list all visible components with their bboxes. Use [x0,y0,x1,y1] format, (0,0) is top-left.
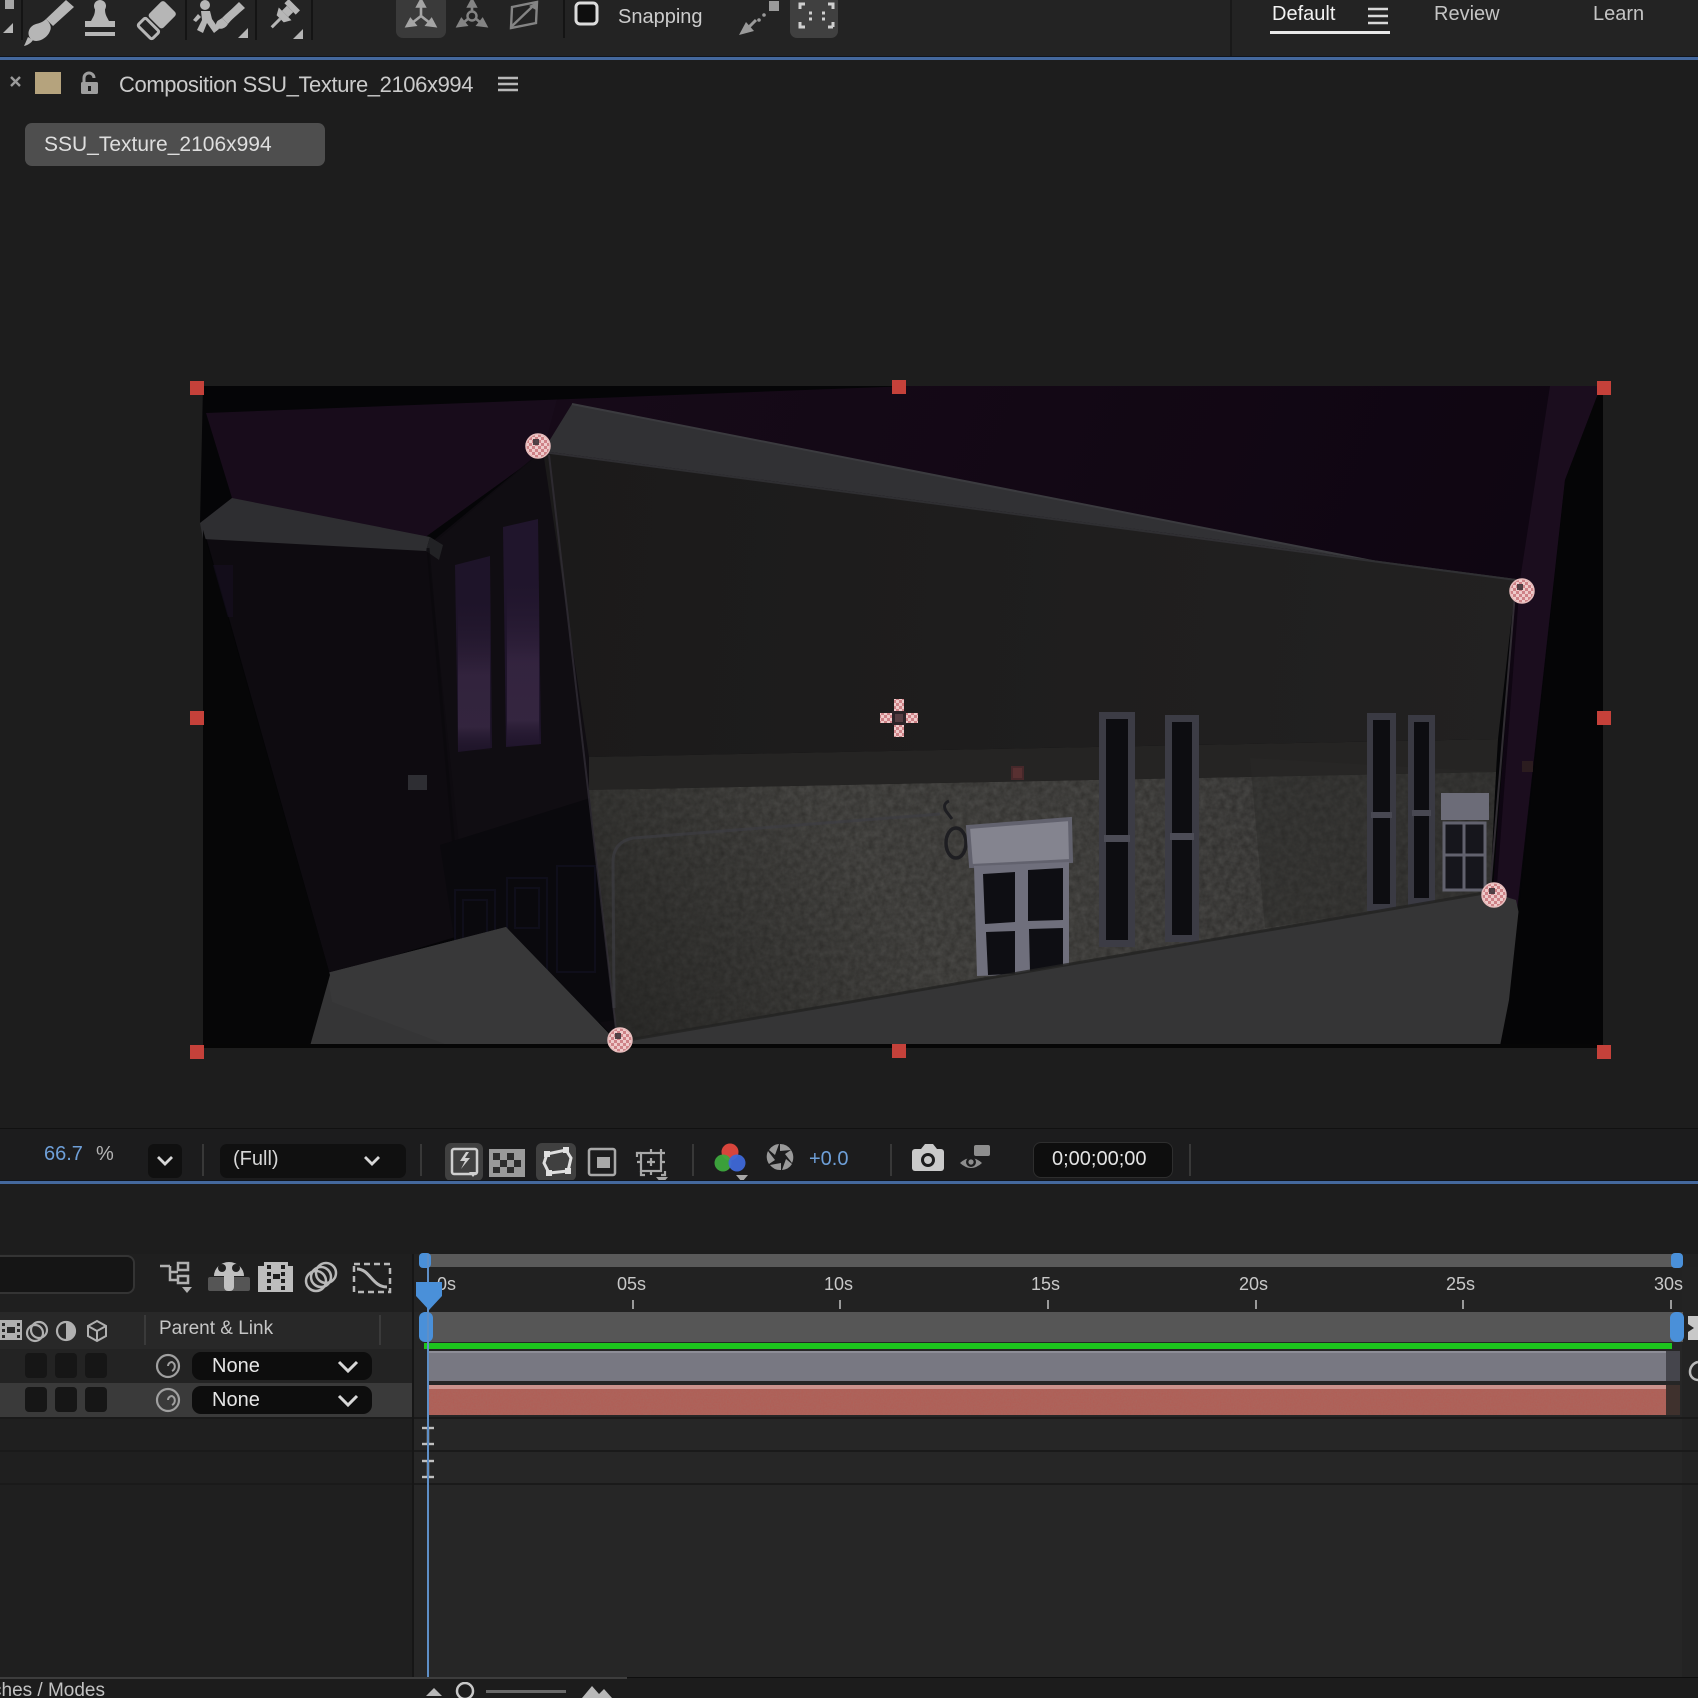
svg-text:Snapping: Snapping [618,6,703,28]
svg-text:+0.0: +0.0 [809,1148,848,1170]
